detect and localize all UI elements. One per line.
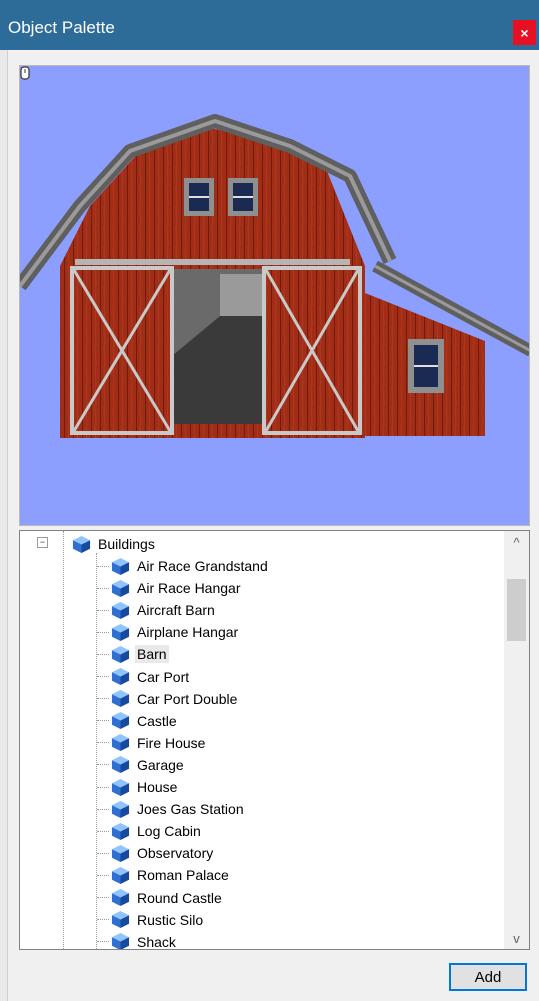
tree-item[interactable]: Observatory <box>97 842 215 864</box>
tree-item[interactable]: Round Castle <box>97 887 224 909</box>
tree-item-label: Aircraft Barn <box>137 602 215 619</box>
close-button[interactable]: × <box>513 20 536 45</box>
tree-item[interactable]: House <box>97 776 179 798</box>
tree-item-label: Air Race Grandstand <box>137 558 268 574</box>
tree-connector <box>97 897 109 898</box>
tree-connector <box>97 587 109 589</box>
tree-guide-line <box>63 531 64 949</box>
tree-item[interactable]: Aircraft Barn <box>97 599 217 621</box>
tree-connector <box>97 742 109 744</box>
tree-item[interactable]: Car Port <box>97 666 191 688</box>
tree-connector <box>97 609 109 611</box>
tree-item-label: Airplane Hangar <box>137 624 239 641</box>
tree-connector <box>97 874 109 876</box>
tree-connector <box>97 786 109 788</box>
tree-connector <box>97 764 109 766</box>
scroll-up-button[interactable]: ^ <box>504 531 529 553</box>
blue-cube-icon <box>72 535 91 553</box>
tree-item-label: Log Cabin <box>137 823 201 840</box>
tree-item-label: Rustic Silo <box>137 911 204 928</box>
blue-cube-icon <box>111 888 130 907</box>
tree-item[interactable]: Air Race Hangar <box>97 577 243 599</box>
blue-cube-icon <box>111 866 130 884</box>
tree-connector <box>97 698 109 700</box>
tree-item[interactable]: Fire House <box>97 732 207 754</box>
tree-item-label: Car Port Double <box>137 690 238 707</box>
object-preview[interactable] <box>19 65 530 526</box>
vertical-scrollbar[interactable]: ^ v <box>504 531 529 949</box>
tree-connector <box>97 852 109 854</box>
scroll-down-button[interactable]: v <box>504 927 529 949</box>
blue-cube-icon <box>111 601 130 619</box>
tree-item[interactable]: Rustic Silo <box>97 909 205 931</box>
tree-item[interactable]: Roman Palace <box>97 864 231 886</box>
tree-item[interactable]: Shack <box>97 931 178 950</box>
blue-cube-icon <box>111 734 130 752</box>
blue-cube-icon <box>111 800 130 818</box>
tree-item[interactable]: Barn <box>97 643 169 665</box>
tree-node-label: Buildings <box>98 536 155 552</box>
tree-item-label: Observatory <box>137 845 214 862</box>
blue-cube-icon <box>111 844 130 862</box>
tree-node-buildings[interactable]: Buildings <box>72 533 157 555</box>
tree-connector <box>97 919 109 921</box>
blue-cube-icon <box>111 645 130 663</box>
tree-connector <box>97 720 109 722</box>
tree-connector <box>97 676 109 677</box>
tree-item-label: Joes Gas Station <box>137 801 244 818</box>
tree-item-label: Garage <box>137 756 184 773</box>
collapse-toggle[interactable]: − <box>37 537 48 548</box>
tree-item-label: Round Castle <box>137 889 222 906</box>
tree-item-label: Air Race Hangar <box>137 580 241 597</box>
blue-cube-icon <box>111 712 130 730</box>
tree-connector <box>97 631 109 633</box>
tree-item-label: House <box>137 779 178 795</box>
tree-item[interactable]: Joes Gas Station <box>97 798 246 820</box>
object-tree[interactable]: Buildings Air Race Grandstand Air Race Ha… <box>19 530 530 950</box>
blue-cube-icon <box>111 667 130 686</box>
tree-item-label: Shack <box>137 933 176 950</box>
blue-cube-icon <box>111 756 130 774</box>
tree-item-label: Roman Palace <box>137 867 229 884</box>
blue-cube-icon <box>111 579 130 597</box>
tree-item[interactable]: Air Race Grandstand <box>97 555 270 577</box>
blue-cube-icon <box>111 690 130 708</box>
tree-item[interactable]: Garage <box>97 754 186 776</box>
blue-cube-icon <box>111 778 130 796</box>
blue-cube-icon <box>111 933 130 949</box>
blue-cube-icon <box>111 911 130 929</box>
tree-item-label: Castle <box>137 712 177 729</box>
tree-item[interactable]: Car Port Double <box>97 688 239 710</box>
tree-item-label: Fire House <box>137 734 206 751</box>
barn-preview-image <box>20 114 529 438</box>
tree-connector <box>97 830 109 832</box>
tree-item-label: Car Port <box>137 668 190 685</box>
window-title: Object Palette <box>8 18 115 37</box>
tree-connector <box>97 941 109 943</box>
blue-cube-icon <box>111 623 130 641</box>
tree-connector <box>97 808 109 810</box>
add-button[interactable]: Add <box>449 963 527 991</box>
tree-item[interactable]: Castle <box>97 710 179 732</box>
tree-connector <box>97 653 109 655</box>
tree-item[interactable]: Airplane Hangar <box>97 621 240 643</box>
tree-item[interactable]: Log Cabin <box>97 820 203 842</box>
scroll-thumb[interactable] <box>507 579 526 641</box>
window-frame <box>0 50 8 1001</box>
tree-item-label: Barn <box>135 645 169 664</box>
drag-handle-icon[interactable] <box>20 66 30 80</box>
blue-cube-icon <box>111 557 130 575</box>
tree-connector <box>97 565 109 567</box>
blue-cube-icon <box>111 822 130 840</box>
title-bar[interactable]: Object Palette × <box>0 0 539 50</box>
